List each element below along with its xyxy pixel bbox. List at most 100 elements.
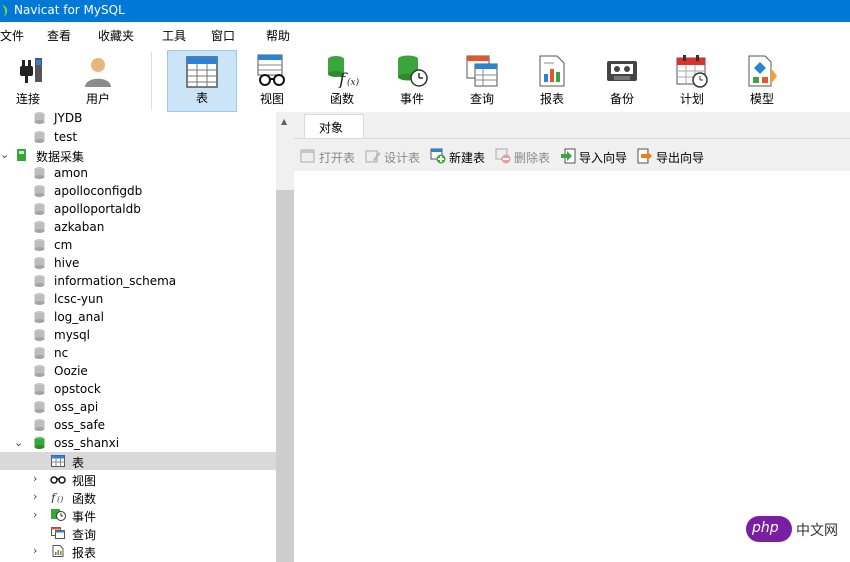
- chevron-right-icon[interactable]: ›: [33, 490, 37, 503]
- tree-connection-data-collection[interactable]: ⌄ 数据采集: [0, 146, 276, 164]
- toolbar-event-button[interactable]: 事件: [379, 50, 445, 112]
- chevron-right-icon[interactable]: ›: [33, 508, 37, 521]
- tree-item-label: Oozie: [54, 364, 88, 378]
- tree-db-cm[interactable]: cm: [0, 236, 276, 254]
- tree-item-label: 视图: [72, 474, 97, 488]
- toolbar-schedule-label: 计划: [679, 92, 704, 106]
- menu-view[interactable]: 查看: [47, 27, 71, 44]
- menu-favorites[interactable]: 收藏夹: [98, 27, 134, 44]
- php-cn-watermark: php 中文网: [746, 516, 846, 542]
- tree-db-oozie[interactable]: Oozie: [0, 362, 276, 380]
- tree-node-views[interactable]: › 视图: [0, 470, 276, 488]
- query-icon: [466, 55, 498, 87]
- tree-db-test[interactable]: test: [0, 128, 276, 146]
- database-icon: [34, 203, 45, 215]
- tree-node-events[interactable]: › 事件: [0, 506, 276, 524]
- tree-db-opstock[interactable]: opstock: [0, 380, 276, 398]
- import-wizard-button[interactable]: 导入向导: [560, 148, 634, 165]
- tree-db-hive[interactable]: hive: [0, 254, 276, 272]
- toolbar-backup-button[interactable]: 备份: [589, 50, 655, 112]
- scrollbar-thumb[interactable]: [276, 190, 294, 562]
- export-wizard-label: 导出向导: [656, 151, 705, 165]
- database-icon: [34, 329, 45, 341]
- toolbar-model-button[interactable]: 模型: [729, 50, 795, 112]
- toolbar-report-button[interactable]: 报表: [519, 50, 585, 112]
- toolbar-view-button[interactable]: 视图: [239, 50, 305, 112]
- tree-item-label: 函数: [72, 492, 97, 506]
- tab-strip: 对象: [294, 112, 850, 139]
- tree-item-label: 事件: [72, 510, 97, 524]
- open-table-button[interactable]: 打开表: [300, 148, 362, 165]
- menu-tools[interactable]: 工具: [162, 27, 186, 44]
- chevron-right-icon[interactable]: ›: [33, 472, 37, 485]
- toolbar-connect-button[interactable]: 连接: [0, 50, 61, 112]
- tree-item-label: apolloconfigdb: [54, 184, 143, 198]
- tree-item-label: 表: [72, 456, 85, 470]
- scroll-up-arrow-icon[interactable]: ▲: [281, 117, 287, 126]
- menu-help[interactable]: 帮助: [266, 27, 290, 44]
- tree-db-oss-shanxi[interactable]: ⌄ oss_shanxi: [0, 434, 276, 452]
- tree-db-oss-api[interactable]: oss_api: [0, 398, 276, 416]
- connection-icon: [17, 149, 26, 161]
- design-table-button[interactable]: 设计表: [365, 148, 427, 165]
- toolbar-user-button[interactable]: 用户: [65, 50, 131, 112]
- tree-scrollbar[interactable]: ▲: [276, 112, 294, 562]
- window-title: Navicat for MySQL: [14, 3, 125, 17]
- report-icon: [52, 545, 64, 557]
- tree-node-queries[interactable]: 查询: [0, 524, 276, 542]
- object-pane: 对象 打开表 设计表 新建表 删除表 导入向导 导出向导: [294, 112, 850, 562]
- title-bar: Navicat for MySQL: [0, 0, 850, 22]
- php-logo: php: [746, 516, 792, 542]
- tree-item-label: log_anal: [54, 310, 104, 324]
- watermark-text: 中文网: [796, 523, 838, 539]
- tree-item-label: opstock: [54, 382, 101, 396]
- toolbar-function-button[interactable]: f (x) 函数: [309, 50, 375, 112]
- delete-table-button[interactable]: 删除表: [495, 148, 557, 165]
- tree-db-mysql[interactable]: mysql: [0, 326, 276, 344]
- tree-node-reports[interactable]: › 报表: [0, 542, 276, 560]
- database-icon: [34, 401, 45, 413]
- import-wizard-icon: [561, 148, 576, 164]
- toolbar-query-button[interactable]: 查询: [449, 50, 515, 112]
- tree-db-apolloconfigdb[interactable]: apolloconfigdb: [0, 182, 276, 200]
- database-icon: [34, 311, 45, 323]
- tree-db-oss-safe[interactable]: oss_safe: [0, 416, 276, 434]
- toolbar-event-label: 事件: [399, 92, 424, 106]
- toolbar-table-button[interactable]: 表: [167, 50, 237, 112]
- database-icon: [34, 239, 45, 251]
- chevron-down-icon[interactable]: ⌄: [0, 148, 9, 161]
- tree-item-label: 数据采集: [36, 150, 85, 164]
- tab-objects[interactable]: 对象: [304, 114, 364, 138]
- tree-db-lcsc-yun[interactable]: lcsc-yun: [0, 290, 276, 308]
- new-table-label: 新建表: [449, 151, 486, 165]
- function-icon: f(): [51, 491, 63, 503]
- plug-icon: [20, 58, 42, 83]
- tree-node-functions[interactable]: › f() 函数: [0, 488, 276, 506]
- design-table-icon: [365, 150, 381, 163]
- tree-db-nc[interactable]: nc: [0, 344, 276, 362]
- menu-file[interactable]: 文件: [0, 27, 24, 44]
- table-icon: [186, 56, 218, 88]
- toolbar-schedule-button[interactable]: 计划: [659, 50, 725, 112]
- tree-db-apolloportaldb[interactable]: apolloportaldb: [0, 200, 276, 218]
- delete-table-label: 删除表: [514, 151, 551, 165]
- database-icon: [34, 365, 45, 377]
- tree-item-label: 报表: [72, 546, 97, 560]
- chevron-down-icon[interactable]: ⌄: [14, 436, 23, 449]
- menu-bar: 文件 查看 收藏夹 工具 窗口 帮助: [0, 22, 850, 46]
- new-table-button[interactable]: 新建表: [430, 148, 492, 165]
- tree-db-amon[interactable]: amon: [0, 164, 276, 182]
- export-wizard-button[interactable]: 导出向导: [637, 148, 711, 165]
- tree-item-label: nc: [54, 346, 69, 360]
- tree-db-information-schema[interactable]: information_schema: [0, 272, 276, 290]
- database-icon: [34, 275, 45, 287]
- tree-db-azkaban[interactable]: azkaban: [0, 218, 276, 236]
- toolbar-function-label: 函数: [329, 92, 354, 106]
- chevron-right-icon[interactable]: ›: [33, 544, 37, 557]
- tree-node-tables[interactable]: 表: [0, 452, 276, 470]
- tree-db-jydb[interactable]: JYDB: [0, 112, 276, 127]
- tree-db-log-anal[interactable]: log_anal: [0, 308, 276, 326]
- toolbar-backup-label: 备份: [609, 92, 634, 106]
- database-icon: [34, 167, 45, 179]
- menu-window[interactable]: 窗口: [211, 27, 235, 44]
